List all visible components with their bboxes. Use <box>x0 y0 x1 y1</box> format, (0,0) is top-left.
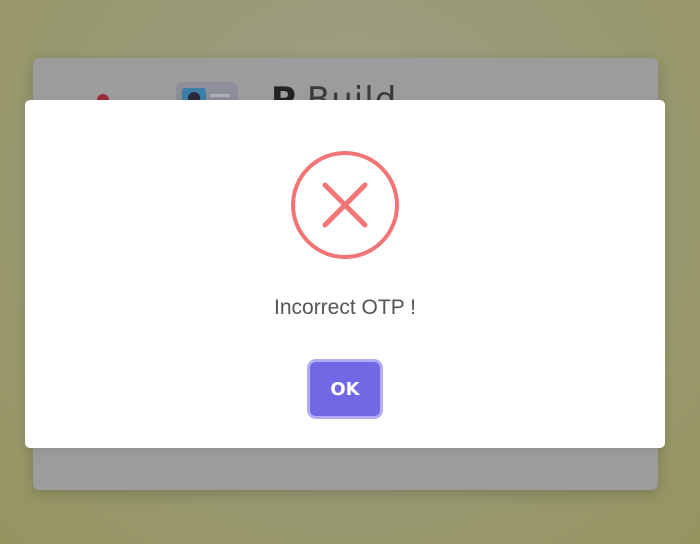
error-dialog: Incorrect OTP ! OK <box>25 100 665 448</box>
ok-button[interactable]: OK <box>310 362 380 416</box>
logo-lines-icon <box>210 94 230 97</box>
error-x-icon <box>291 151 399 259</box>
dialog-message: Incorrect OTP ! <box>274 296 416 319</box>
